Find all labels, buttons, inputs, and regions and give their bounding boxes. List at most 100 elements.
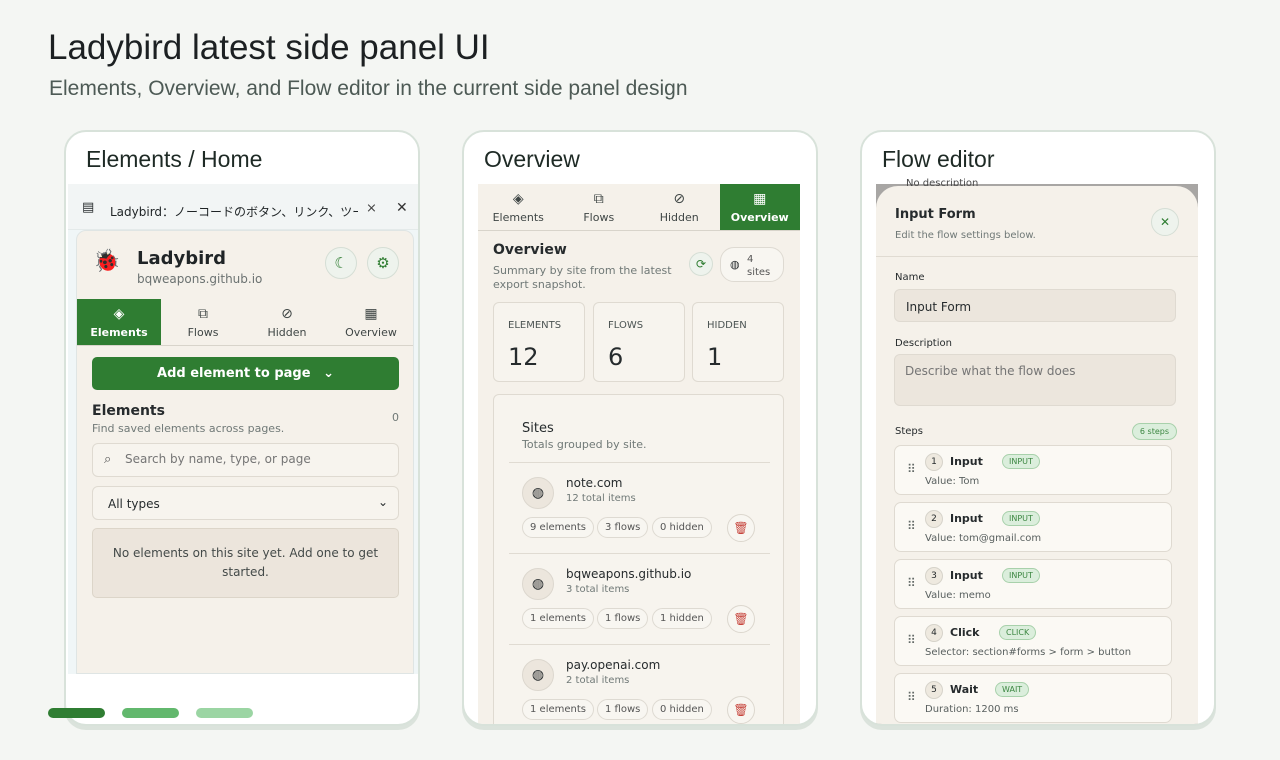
drag-handle-icon[interactable]: ⠿: [907, 462, 916, 476]
tab-elements-label: Elements: [90, 326, 148, 339]
stat-elements: ELEMENTS 12: [493, 302, 585, 382]
flow-step[interactable]: ⠿ 2 Input INPUT Value: tom@gmail.com: [894, 502, 1172, 552]
trash-icon: 🗑: [733, 703, 749, 717]
tab-overview-label: Overview: [345, 326, 397, 339]
step-type-badge: INPUT: [1002, 568, 1040, 583]
page-title: Ladybird latest side panel UI: [48, 28, 490, 67]
sites-badge-text: 4 sites: [747, 254, 771, 278]
description-label: Description: [895, 338, 952, 349]
sites-badge: ◍ 4 sites: [720, 247, 784, 282]
site-total: 2 total items: [566, 675, 630, 686]
drag-handle-icon[interactable]: ⠿: [907, 690, 916, 704]
ladybird-logo-icon: 🐞: [93, 249, 121, 274]
site-row: ◍ bqweapons.github.io 3 total items 1 eleme…: [509, 553, 770, 644]
theme-toggle-button[interactable]: ☾: [325, 247, 357, 279]
tab-flows[interactable]: ⧉ Flows: [559, 184, 640, 230]
search-input[interactable]: [125, 452, 385, 466]
tab-elements[interactable]: ◈ Elements: [478, 184, 559, 230]
flow-editor-card: Flow editor No description Input Form Ed…: [860, 130, 1216, 726]
search-field[interactable]: ⌕: [92, 443, 399, 477]
step-detail: Selector: section#forms > form > button: [925, 647, 1132, 658]
window-title: Ladybird：ノーコードのボタン、リンク、ツール...: [110, 205, 358, 219]
delete-site-button[interactable]: 🗑: [727, 514, 755, 542]
site-total: 12 total items: [566, 493, 636, 504]
tab-hidden[interactable]: ⊘ Hidden: [245, 299, 329, 345]
steps-label: Steps: [895, 426, 923, 437]
site-hidden-chip: 0 hidden: [652, 699, 712, 720]
site-flows-chip: 3 flows: [597, 517, 649, 538]
step-type-badge: INPUT: [1002, 511, 1040, 526]
chevron-down-icon: ⌄: [377, 495, 388, 509]
carousel-indicator-1[interactable]: [48, 708, 105, 718]
stat-flows-label: FLOWS: [608, 320, 644, 331]
type-filter-select[interactable]: All types ⌄: [92, 486, 399, 520]
empty-state-message: No elements on this site yet. Add one to…: [112, 546, 379, 579]
dialog-subtitle: Edit the flow settings below.: [895, 230, 1036, 241]
site-flows-chip: 1 flows: [597, 608, 649, 629]
flow-dialog: Input Form Edit the flow settings below.…: [876, 186, 1198, 724]
tab-elements-label: Elements: [492, 211, 544, 224]
site-flows-chip: 1 flows: [597, 699, 649, 720]
tab-flows[interactable]: ⧉ Flows: [161, 299, 245, 345]
site-elements-chip: 1 elements: [522, 608, 594, 629]
step-name: Wait: [950, 683, 979, 696]
tab-elements[interactable]: ◈ Elements: [77, 299, 161, 345]
add-element-button[interactable]: Add element to page ⌄: [92, 357, 399, 390]
drag-handle-icon[interactable]: ⠿: [907, 633, 916, 647]
window-titlebar: ▤ Ladybird：ノーコードのボタン、リンク、ツール... ⨯ ✕: [68, 184, 418, 230]
pin-off-icon[interactable]: ⨯: [366, 201, 377, 216]
delete-site-button[interactable]: 🗑: [727, 696, 755, 724]
close-dialog-button[interactable]: ✕: [1151, 208, 1179, 236]
site-row: ◍ note.com 12 total items 9 elements 3 flows…: [509, 462, 770, 553]
drag-handle-icon[interactable]: ⠿: [907, 519, 916, 533]
carousel-indicator-3[interactable]: [196, 708, 253, 718]
ladybird-favicon: ▤: [82, 200, 95, 215]
step-type-badge: INPUT: [1002, 454, 1040, 469]
step-name: Input: [950, 569, 983, 582]
flows-icon: ⧉: [198, 306, 208, 322]
site-hidden-chip: 0 hidden: [652, 517, 712, 538]
elements-home-card-title: Elements / Home: [86, 146, 263, 172]
flow-step[interactable]: ⠿ 5 Wait WAIT Duration: 1200 ms: [894, 673, 1172, 723]
name-value: Input Form: [906, 300, 972, 314]
site-elements-chip: 1 elements: [522, 699, 594, 720]
tab-overview[interactable]: ▦ Overview: [719, 184, 800, 230]
delete-site-button[interactable]: 🗑: [727, 605, 755, 633]
eye-off-icon: ⊘: [673, 191, 686, 207]
flow-step[interactable]: ⠿ 4 Click CLICK Selector: section#forms > fo…: [894, 616, 1172, 666]
tab-flows-label: Flows: [187, 326, 219, 339]
description-input[interactable]: [894, 354, 1176, 406]
close-icon: ✕: [1159, 215, 1171, 229]
tab-hidden-label: Hidden: [267, 326, 307, 339]
carousel-indicator-2[interactable]: [122, 708, 179, 718]
tab-overview[interactable]: ▦ Overview: [329, 299, 413, 345]
trash-icon: 🗑: [733, 521, 749, 535]
name-input[interactable]: Input Form: [894, 289, 1176, 322]
overview-panel: ◈ Elements ⧉ Flows ⊘ Hidden ▦ Overview Overv…: [478, 184, 800, 724]
close-icon[interactable]: ✕: [396, 200, 408, 216]
site-domain: note.com: [566, 476, 623, 490]
settings-button[interactable]: ⚙: [367, 247, 399, 279]
stat-elements-label: ELEMENTS: [508, 320, 562, 331]
gear-icon: ⚙: [376, 254, 390, 272]
stat-hidden-label: HIDDEN: [707, 320, 747, 331]
overview-card: Overview ◈ Elements ⧉ Flows ⊘ Hidden ▦ Overv…: [462, 130, 818, 726]
tab-hidden[interactable]: ⊘ Hidden: [639, 184, 720, 230]
refresh-button[interactable]: ⟳: [689, 252, 713, 276]
page-subtitle: Elements, Overview, and Flow editor in t…: [49, 77, 688, 100]
step-number: 5: [925, 681, 943, 699]
eye-off-icon: ⊘: [281, 306, 293, 322]
tab-flows-label: Flows: [583, 211, 615, 224]
flow-step[interactable]: ⠿ 3 Input INPUT Value: memo: [894, 559, 1172, 609]
step-type-badge: CLICK: [999, 625, 1037, 640]
site-hidden-chip: 1 hidden: [652, 608, 712, 629]
drag-handle-icon[interactable]: ⠿: [907, 576, 916, 590]
step-name: Input: [950, 455, 983, 468]
stat-flows: FLOWS 6: [593, 302, 685, 382]
step-number: 2: [925, 510, 943, 528]
grid-icon: ▦: [753, 191, 767, 207]
globe-icon: ◍: [522, 477, 554, 509]
overview-card-title: Overview: [484, 146, 580, 172]
flow-step[interactable]: ⠿ 1 Input INPUT Value: Tom: [894, 445, 1172, 495]
flow-editor-card-title: Flow editor: [882, 146, 995, 172]
